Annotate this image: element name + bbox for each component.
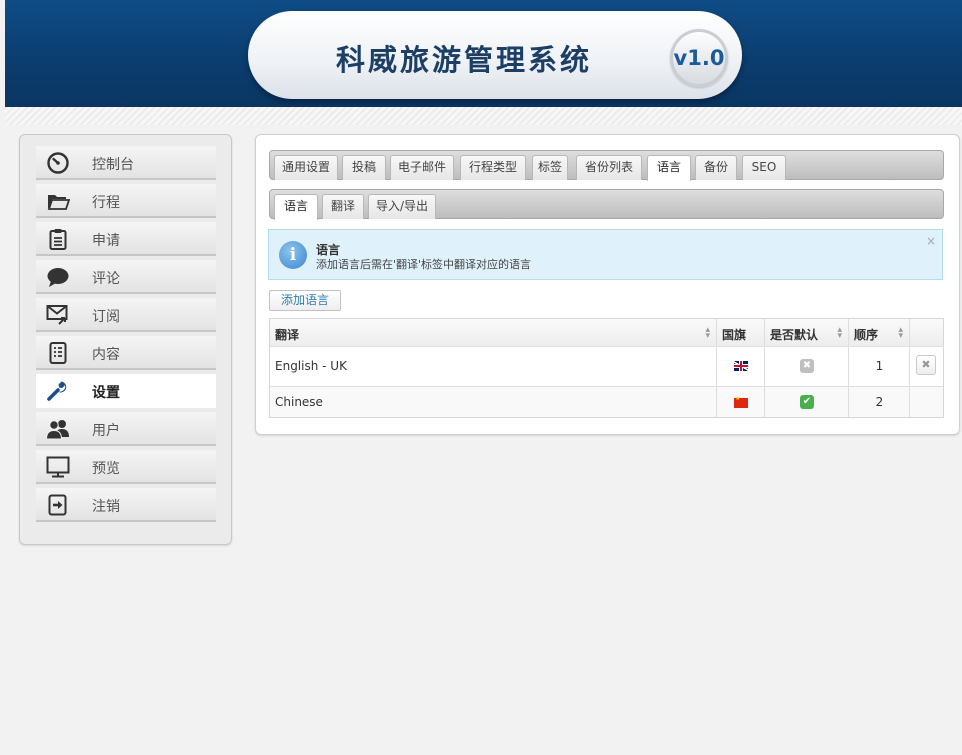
column-header-actions [910, 319, 943, 347]
users-icon [46, 420, 69, 440]
info-description: 添加语言后需在'翻译'标签中翻译对应的语言 [316, 258, 532, 271]
sidebar-item-label: 订阅 [92, 309, 120, 325]
close-icon[interactable]: × [926, 234, 936, 248]
add-language-button[interactable]: 添加语言 [269, 290, 341, 311]
tab-trip-types[interactable]: 行程类型 [460, 155, 526, 180]
info-message: i 语言 添加语言后需在'翻译'标签中翻译对应的语言 × [268, 229, 943, 280]
sidebar-item-trips[interactable]: 行程 [36, 184, 216, 218]
tab-provinces[interactable]: 省份列表 [576, 155, 642, 180]
table-row-cell-default: ✖ [765, 347, 849, 387]
sidebar-item-label: 评论 [92, 271, 120, 287]
sidebar-item-logout[interactable]: 注销 [36, 488, 216, 522]
sidebar-item-dashboard[interactable]: 控制台 [36, 146, 216, 180]
subtab-import-export[interactable]: 导入/导出 [368, 194, 436, 219]
subtab-translation[interactable]: 翻译 [322, 194, 364, 219]
subtab-language[interactable]: 语言 [274, 194, 318, 220]
delete-language-button[interactable]: ✖ [916, 355, 936, 375]
sidebar-item-label: 用户 [92, 423, 120, 439]
tab-backup[interactable]: 备份 [695, 155, 737, 180]
title-banner: 科威旅游管理系统 v1.0 [248, 11, 742, 99]
sidebar-item-label: 申请 [92, 233, 120, 249]
language-sub-tab-bar: 语言 翻译 导入/导出 [269, 189, 944, 220]
sort-icon: ▴ ▾ [898, 325, 903, 341]
column-header-translation[interactable]: 翻译 ▴ ▾ [270, 319, 717, 347]
clipboard-icon [49, 229, 67, 250]
logout-icon [48, 494, 67, 516]
table-row-cell-actions [910, 387, 943, 417]
uk-flag-icon [734, 361, 748, 371]
sidebar-item-label: 控制台 [92, 157, 134, 173]
sidebar-item-label: 行程 [92, 195, 120, 211]
table-row-cell-order: 2 [849, 387, 910, 417]
sidebar-item-settings[interactable]: 设置 [36, 374, 216, 408]
sidebar-item-applications[interactable]: 申请 [36, 222, 216, 256]
sidebar-item-users[interactable]: 用户 [36, 412, 216, 446]
settings-tab-bar: 通用设置 投稿 电子邮件 行程类型 标签 省份列表 语言 备份 SEO [269, 150, 944, 181]
folder-icon [47, 195, 70, 210]
sidebar-item-comments[interactable]: 评论 [36, 260, 216, 294]
table-row-cell-name: Chinese [270, 387, 717, 417]
comment-icon [47, 268, 69, 287]
sidebar-item-content[interactable]: 内容 [36, 336, 216, 370]
column-header-flag: 国旗 [717, 319, 765, 347]
languages-table: 翻译 ▴ ▾ 国旗 是否默认 ▴ ▾ 顺序 ▴ ▾ English - UK ✖ 1 … [269, 318, 944, 418]
tab-language[interactable]: 语言 [647, 155, 691, 181]
tab-email[interactable]: 电子邮件 [390, 155, 454, 180]
info-icon: i [279, 241, 307, 269]
sidebar-item-label: 内容 [92, 347, 120, 363]
sort-icon: ▴ ▾ [705, 325, 710, 341]
app-header: 科威旅游管理系统 v1.0 [5, 0, 962, 107]
tab-general-settings[interactable]: 通用设置 [274, 155, 338, 180]
column-header-order[interactable]: 顺序 ▴ ▾ [849, 319, 910, 347]
app-title: 科威旅游管理系统 [336, 43, 593, 77]
table-row-cell-flag [717, 347, 765, 387]
mail-icon [46, 305, 68, 325]
table-row-cell-flag [717, 387, 765, 417]
table-row-cell-actions: ✖ [910, 347, 943, 387]
dashboard-icon [47, 152, 69, 174]
table-row-cell-name: English - UK [270, 347, 717, 387]
table-row-cell-order: 1 [849, 347, 910, 387]
wrench-icon [47, 381, 67, 401]
sidebar-item-label: 预览 [92, 461, 120, 477]
monitor-icon [46, 456, 70, 478]
column-header-default[interactable]: 是否默认 ▴ ▾ [765, 319, 849, 347]
sidebar-item-subscriptions[interactable]: 订阅 [36, 298, 216, 332]
sidebar-item-label: 设置 [92, 385, 120, 401]
tab-tags[interactable]: 标签 [532, 155, 568, 180]
version-badge: v1.0 [670, 29, 728, 87]
default-on-icon[interactable]: ✔ [800, 395, 814, 409]
sidebar-item-preview[interactable]: 预览 [36, 450, 216, 484]
tab-submissions[interactable]: 投稿 [342, 155, 386, 180]
sort-icon: ▴ ▾ [837, 325, 842, 341]
header-stripe [5, 107, 962, 125]
default-off-icon[interactable]: ✖ [800, 359, 814, 373]
document-icon [49, 342, 67, 364]
sidebar: 控制台 行程 申请 评论 订阅 内容 设置 用户 预览 注销 [19, 134, 232, 545]
tab-seo[interactable]: SEO [742, 155, 786, 180]
sidebar-item-label: 注销 [92, 499, 120, 515]
china-flag-icon [734, 395, 748, 408]
table-row-cell-default: ✔ [765, 387, 849, 417]
